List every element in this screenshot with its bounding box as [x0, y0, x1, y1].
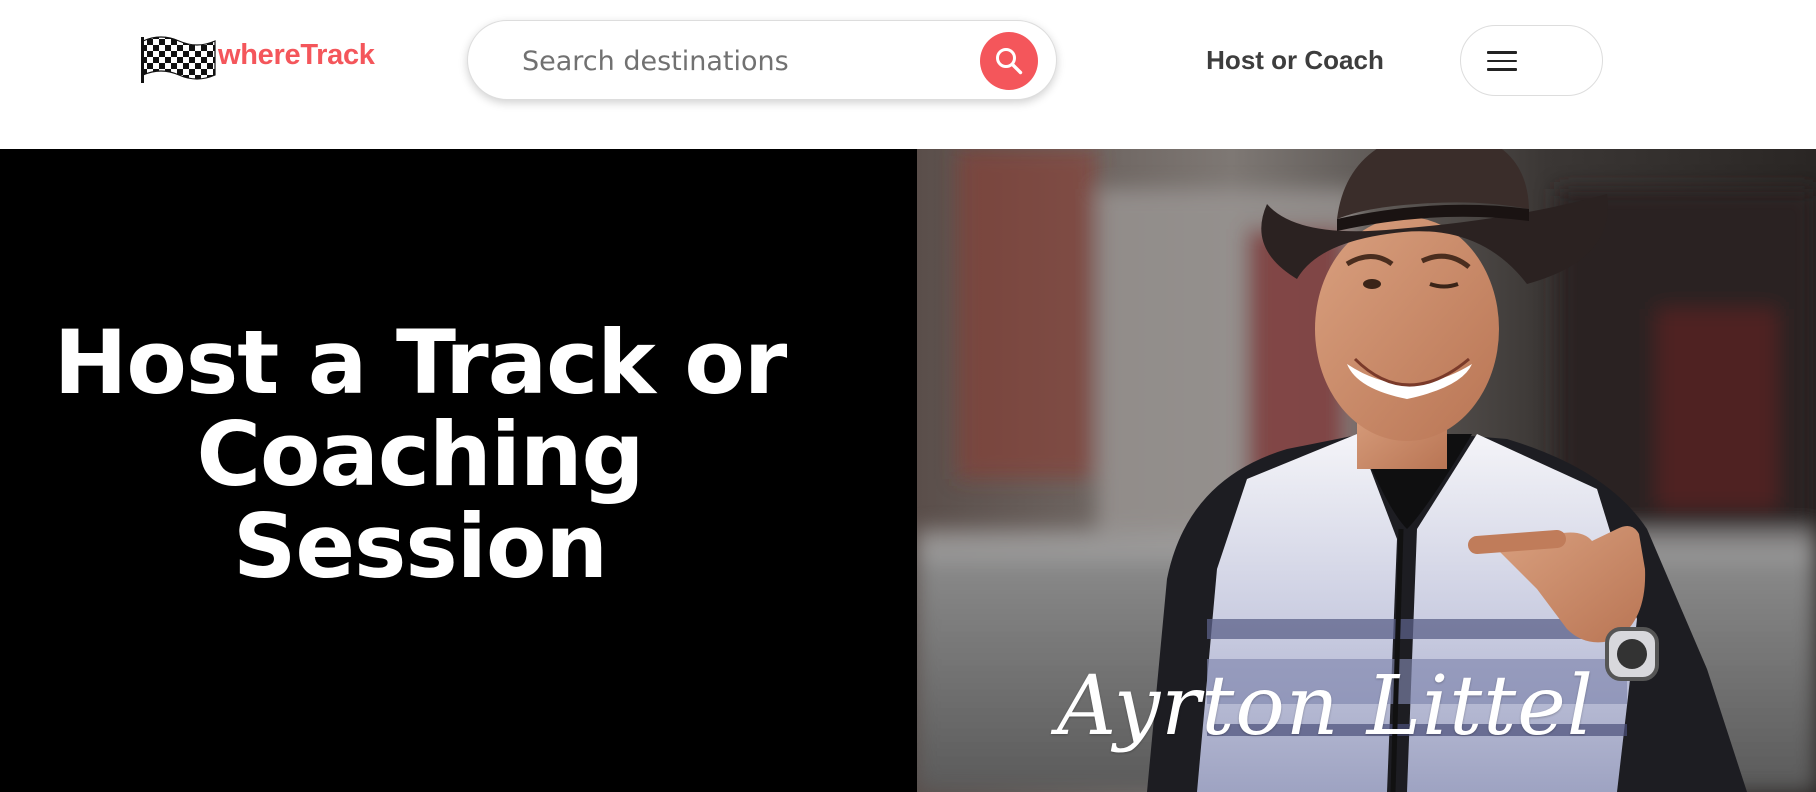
hero-photo: Ayrton Littel [917, 149, 1816, 792]
search-icon [996, 48, 1023, 75]
hamburger-menu-icon [1487, 51, 1517, 71]
site-header: whereTrack Host or Coach [0, 0, 1816, 149]
coach-signature: Ayrton Littel [1057, 659, 1594, 754]
hero-section: Host a Track or Coaching Session Ayrton … [0, 149, 1816, 792]
brand-name: whereTrack [218, 38, 375, 71]
search-button[interactable] [980, 32, 1038, 90]
host-or-coach-link[interactable]: Host or Coach [1190, 40, 1400, 80]
hero-text-panel: Host a Track or Coaching Session [0, 149, 917, 792]
search-input[interactable] [522, 39, 942, 83]
logo-link[interactable]: whereTrack [141, 33, 375, 83]
checkered-flag-icon [141, 36, 216, 83]
search-bar [467, 20, 1057, 100]
menu-button[interactable] [1460, 25, 1603, 96]
hero-title: Host a Track or Coaching Session [53, 311, 788, 598]
